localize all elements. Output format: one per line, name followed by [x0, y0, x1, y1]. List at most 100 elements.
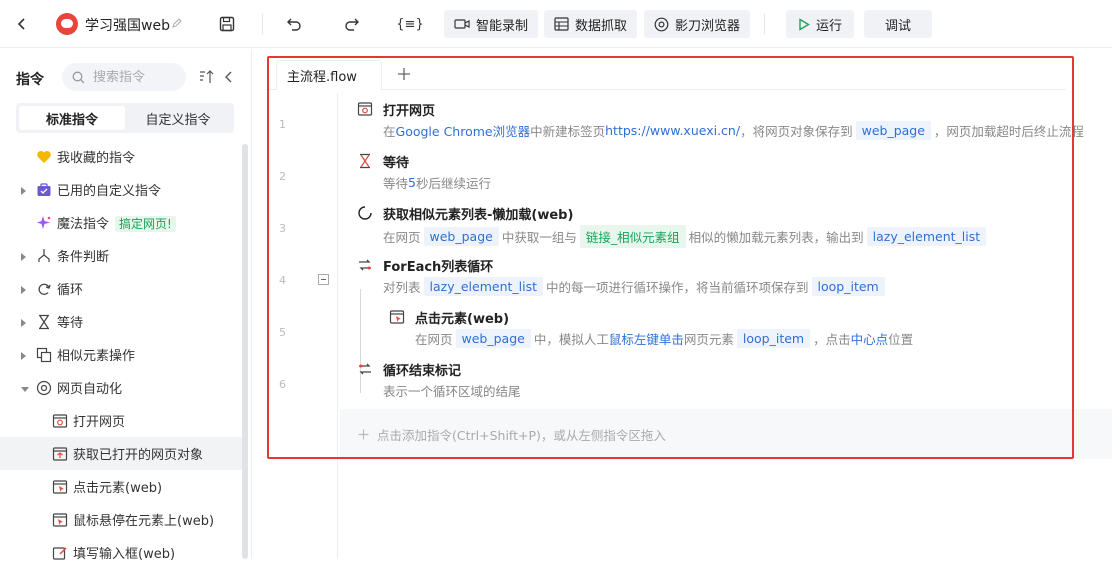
param-link[interactable]: 5 [408, 175, 416, 190]
chevron-right-icon [20, 317, 30, 327]
chrome-icon [654, 17, 669, 31]
sidebar-item-magic[interactable]: 魔法指令 搞定网页! [0, 206, 242, 239]
chevron-right-icon [20, 251, 30, 261]
edit-title-icon[interactable] [170, 16, 184, 30]
step-wait[interactable]: 等待 等待 5 秒后继续运行 [340, 145, 1112, 197]
step-description: 等待 5 秒后继续运行 [383, 173, 491, 192]
variable-chip[interactable]: web_page [455, 329, 531, 348]
line-number: 2 [279, 170, 286, 183]
redo-icon[interactable] [342, 14, 362, 34]
desc-text: 中的每一项进行循环操作，将当前循环项保存到 [546, 280, 809, 295]
sidebar-item-loop[interactable]: 循环 [0, 272, 242, 305]
step-description: 表示一个循环区域的结尾 [383, 381, 521, 400]
step-click-element[interactable]: 点击元素(web) 在网页 web_page 中，模拟人工 鼠标左键 单击 网页… [340, 301, 1112, 353]
sidebar-item-condition[interactable]: 条件判断 [0, 239, 242, 272]
step-description: 在 Google Chrome浏览器 中新建标签页 https://www.xu… [383, 121, 1084, 140]
browser-button[interactable]: 影刀浏览器 [644, 10, 751, 38]
desc-text: 对列表 [383, 280, 421, 295]
desc-text: 秒后继续运行 [415, 176, 491, 191]
toolbar-divider [262, 14, 263, 34]
editor-tab-bar: 主流程.flow [266, 58, 1066, 90]
data-capture-button[interactable]: 数据抓取 [544, 10, 638, 38]
app-title: 学习强国web [85, 18, 170, 34]
browser-label: 影刀浏览器 [675, 18, 741, 34]
sparkle-icon [36, 215, 52, 231]
tab-custom-commands[interactable]: 自定义指令 [125, 106, 231, 130]
sidebar-item-fill-input[interactable]: 填写输入框(web) [0, 536, 242, 569]
variables-button[interactable]: {≡} [396, 13, 423, 35]
sidebar-item-favorites[interactable]: 我收藏的指令 [0, 140, 242, 173]
hourglass-icon [36, 314, 52, 330]
run-label: 运行 [816, 18, 843, 34]
add-tab-icon[interactable] [396, 66, 412, 82]
camera-icon [454, 19, 470, 29]
data-capture-label: 数据抓取 [575, 18, 628, 34]
variable-chip[interactable]: web_page [423, 227, 499, 246]
sidebar-item-wait[interactable]: 等待 [0, 305, 242, 338]
step-open-webpage[interactable]: 打开网页 在 Google Chrome浏览器 中新建标签页 https://w… [340, 93, 1112, 145]
step-loop-end[interactable]: 循环结束标记 表示一个循环区域的结尾 [340, 353, 1112, 405]
plus-icon [358, 429, 369, 439]
variable-chip[interactable]: lazy_element_list [423, 277, 544, 296]
undo-icon[interactable] [284, 14, 304, 34]
loop-icon [36, 281, 52, 297]
smart-record-button[interactable]: 智能录制 [444, 10, 539, 38]
sidebar-item-open-webpage[interactable]: 打开网页 [0, 404, 242, 437]
heart-icon [36, 149, 52, 165]
branch-icon [36, 248, 52, 264]
sidebar-item-get-opened-page[interactable]: 获取已打开的网页对象 [0, 437, 242, 470]
line-number: 4 [279, 274, 286, 287]
add-command-row[interactable]: 点击添加指令(Ctrl+Shift+P)，或从左侧指令区拖入 [340, 409, 1112, 459]
desc-text: 位置 [888, 332, 914, 347]
desc-text: 等待 [383, 176, 409, 191]
command-search[interactable] [62, 63, 186, 91]
fold-toggle-icon[interactable] [318, 274, 329, 285]
variable-chip[interactable]: 链接_相似元素组 [579, 225, 686, 248]
browser-window-icon [52, 446, 68, 462]
desc-text: ，网页加载超时后终止流程 [933, 124, 1084, 139]
tab-main-flow[interactable]: 主流程.flow [276, 60, 382, 90]
toolbar-divider [764, 14, 765, 34]
sidebar-scrollbar[interactable] [242, 144, 248, 559]
sidebar-item-web-automation[interactable]: 网页自动化 [0, 371, 242, 404]
variable-chip[interactable]: loop_item [736, 329, 811, 348]
param-link[interactable]: 单击 [659, 329, 684, 348]
step-foreach-loop[interactable]: ForEach列表循环 对列表 lazy_element_list 中的每一项进… [340, 249, 1112, 301]
sidebar-item-used-custom[interactable]: 已用的自定义指令 [0, 173, 242, 206]
line-number: 3 [279, 222, 286, 235]
desc-text: 网页元素 [683, 332, 734, 347]
variable-chip[interactable]: lazy_element_list [866, 227, 987, 246]
step-title: ForEach列表循环 [383, 260, 494, 275]
run-button[interactable]: 运行 [786, 10, 854, 38]
search-input[interactable] [93, 69, 183, 85]
sidebar-item-hover-element[interactable]: 鼠标悬停在元素上(web) [0, 503, 242, 536]
loop-end-icon [357, 361, 373, 377]
back-arrow-icon[interactable] [12, 14, 32, 34]
sidebar-item-click-element[interactable]: 点击元素(web) [0, 470, 242, 503]
debug-button[interactable]: 调试 [864, 10, 932, 38]
browser-click-icon [52, 479, 68, 495]
collapse-sidebar-icon[interactable] [222, 69, 236, 85]
debug-label: 调试 [884, 18, 911, 34]
line-number-gutter: 1 2 3 4 5 6 [270, 93, 338, 559]
edit-box-icon [52, 545, 68, 561]
chevron-down-icon [20, 383, 30, 393]
param-link[interactable]: 中心点 [851, 329, 889, 348]
step-get-similar-lazy[interactable]: 获取相似元素列表-懒加载(web) 在网页 web_page 中获取一组与 链接… [340, 197, 1112, 249]
save-icon[interactable] [216, 13, 238, 35]
variable-chip[interactable]: web_page [855, 121, 931, 140]
desc-text: ，将网页对象保存到 [740, 124, 853, 139]
sort-icon[interactable] [198, 69, 214, 85]
param-link[interactable]: Google Chrome浏览器 [396, 121, 531, 140]
table-icon [554, 17, 569, 31]
briefcase-icon [36, 182, 52, 198]
tab-standard-commands[interactable]: 标准指令 [19, 106, 125, 130]
param-link[interactable]: https://www.xuexi.cn/ [605, 123, 740, 138]
browser-window-icon [357, 101, 373, 117]
param-link[interactable]: 鼠标左键 [609, 329, 659, 348]
step-description: 对列表 lazy_element_list 中的每一项进行循环操作，将当前循环项… [383, 277, 888, 296]
hourglass-icon [357, 153, 373, 169]
desc-text: 表示一个循环区域的结尾 [383, 384, 521, 399]
variable-chip[interactable]: loop_item [811, 277, 885, 296]
sidebar-item-similar-elements[interactable]: 相似元素操作 [0, 338, 242, 371]
